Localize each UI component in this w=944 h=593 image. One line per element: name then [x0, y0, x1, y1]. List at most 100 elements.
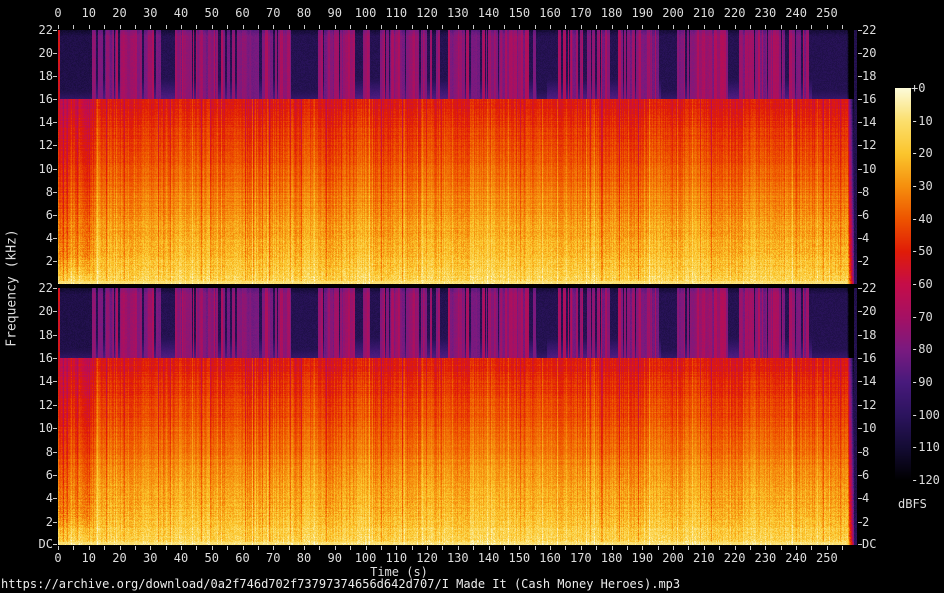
- time-tick: [565, 546, 566, 550]
- time-tick: [827, 25, 828, 29]
- freq-tick: [858, 498, 862, 499]
- time-tick: [104, 25, 105, 29]
- freq-tick-label: 14: [0, 116, 53, 129]
- time-tick: [58, 546, 59, 550]
- freq-tick: [53, 311, 57, 312]
- freq-tick-label: 2: [862, 255, 869, 268]
- time-tick: [504, 25, 505, 29]
- time-tick: [750, 546, 751, 550]
- colorbar-tick-label: -100: [911, 409, 940, 422]
- freq-tick: [53, 261, 57, 262]
- time-tick: [166, 25, 167, 29]
- time-tick: [442, 25, 443, 29]
- time-tick: [412, 25, 413, 29]
- time-tick: [150, 25, 151, 29]
- time-tick: [243, 546, 244, 550]
- time-tick-label: 210: [693, 552, 715, 565]
- freq-tick: [53, 122, 57, 123]
- freq-tick-label: 22: [0, 24, 53, 37]
- time-tick-label: 60: [235, 552, 249, 565]
- freq-tick: [858, 99, 862, 100]
- colorbar-tick-label: +0: [911, 82, 925, 95]
- time-tick: [319, 546, 320, 550]
- colorbar-tick-label: -90: [911, 376, 933, 389]
- time-tick: [120, 546, 121, 550]
- freq-tick-label: 8: [862, 186, 869, 199]
- time-tick: [811, 546, 812, 550]
- time-tick: [212, 546, 213, 550]
- time-tick: [519, 546, 520, 550]
- time-tick: [765, 25, 766, 29]
- time-tick-label: 20: [112, 7, 126, 20]
- freq-tick: [53, 76, 57, 77]
- time-tick: [719, 25, 720, 29]
- time-tick-label: 230: [755, 552, 777, 565]
- freq-tick: [53, 30, 57, 31]
- time-tick: [304, 25, 305, 29]
- time-tick: [427, 25, 428, 29]
- spectrogram-channel-1: [58, 30, 857, 284]
- time-tick: [535, 546, 536, 550]
- time-tick: [658, 25, 659, 29]
- time-tick-label: 110: [385, 7, 407, 20]
- y-axis-title: Frequency (kHz): [6, 229, 19, 346]
- time-tick-label: 70: [266, 552, 280, 565]
- time-tick: [842, 25, 843, 29]
- time-tick: [227, 546, 228, 550]
- time-tick: [550, 546, 551, 550]
- time-tick: [627, 25, 628, 29]
- time-tick: [243, 25, 244, 29]
- time-tick: [289, 546, 290, 550]
- time-tick: [658, 546, 659, 550]
- time-tick: [335, 546, 336, 550]
- time-tick: [458, 25, 459, 29]
- time-tick: [473, 25, 474, 29]
- time-tick-label: 160: [539, 7, 561, 20]
- freq-tick: [858, 238, 862, 239]
- time-tick: [842, 546, 843, 550]
- colorbar-tick-label: -120: [911, 474, 940, 487]
- colorbar-tick-label: -30: [911, 180, 933, 193]
- time-tick: [319, 25, 320, 29]
- time-tick: [120, 25, 121, 29]
- freq-tick: [53, 405, 57, 406]
- freq-tick-label: 18: [862, 70, 876, 83]
- time-tick: [289, 25, 290, 29]
- freq-dc-label: DC: [862, 538, 876, 551]
- freq-tick-label: 14: [862, 116, 876, 129]
- time-tick: [181, 546, 182, 550]
- time-tick: [458, 546, 459, 550]
- time-tick: [89, 25, 90, 29]
- freq-tick: [858, 169, 862, 170]
- freq-tick-label: 12: [0, 139, 53, 152]
- freq-tick: [53, 53, 57, 54]
- freq-tick-label: 6: [862, 209, 869, 222]
- time-tick: [581, 25, 582, 29]
- freq-tick: [858, 522, 862, 523]
- time-tick: [519, 25, 520, 29]
- freq-tick: [858, 215, 862, 216]
- time-tick: [796, 546, 797, 550]
- time-tick-label: 40: [174, 552, 188, 565]
- freq-tick-label: 20: [0, 47, 53, 60]
- freq-tick-label: 18: [0, 70, 53, 83]
- time-tick: [735, 546, 736, 550]
- time-tick: [827, 546, 828, 550]
- time-tick: [166, 546, 167, 550]
- time-tick-label: 150: [508, 552, 530, 565]
- freq-tick-label: 22: [862, 282, 876, 295]
- freq-tick: [858, 192, 862, 193]
- freq-tick: [53, 381, 57, 382]
- time-tick-label: 180: [601, 552, 623, 565]
- time-tick-label: 170: [570, 7, 592, 20]
- time-tick-label: 0: [54, 7, 61, 20]
- time-tick-label: 220: [724, 552, 746, 565]
- time-tick: [366, 546, 367, 550]
- time-tick-label: 190: [631, 552, 653, 565]
- freq-dc-label: DC: [0, 538, 53, 551]
- freq-tick: [858, 544, 862, 545]
- freq-tick: [53, 99, 57, 100]
- time-tick-label: 120: [416, 7, 438, 20]
- time-tick: [688, 25, 689, 29]
- time-tick: [196, 546, 197, 550]
